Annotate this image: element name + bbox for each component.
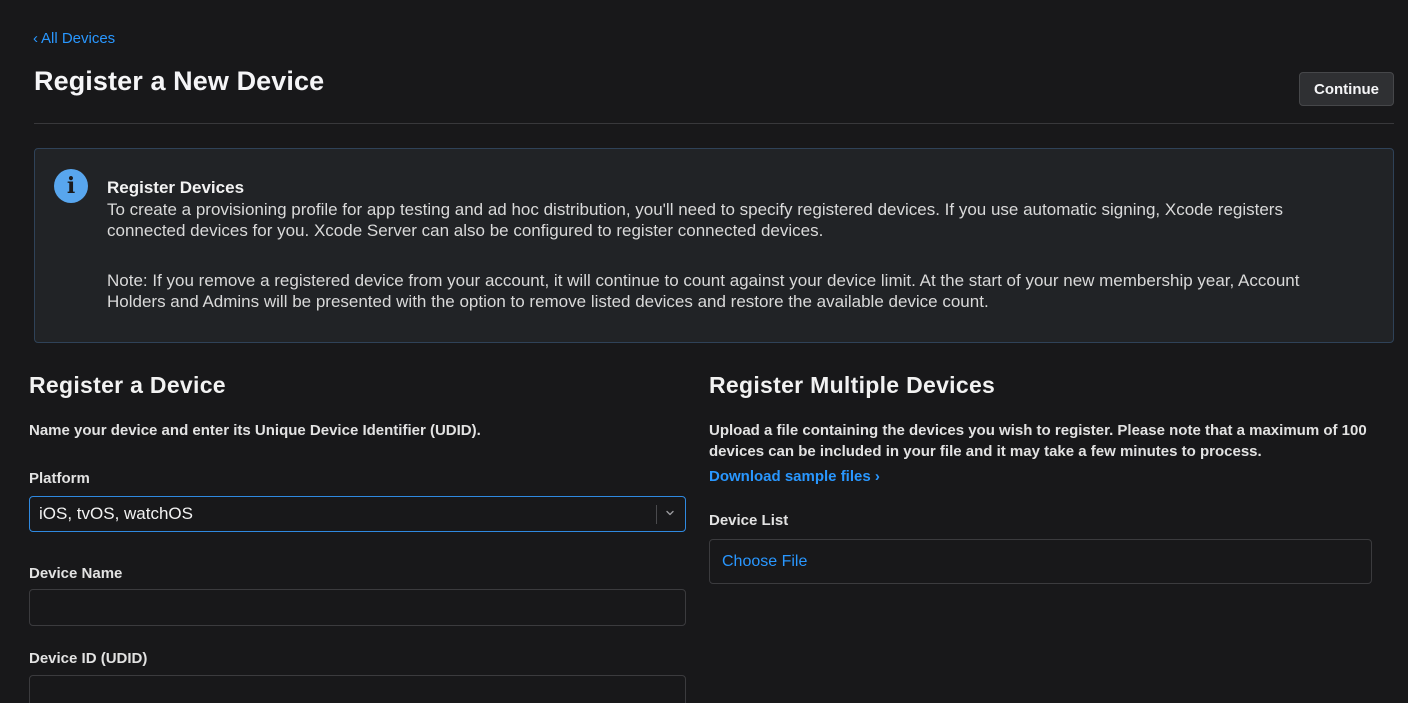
platform-label: Platform [29, 470, 90, 487]
select-separator [656, 505, 657, 524]
info-banner: i Register Devices To create a provision… [34, 148, 1394, 343]
device-list-file-picker[interactable]: Choose File [709, 539, 1372, 584]
info-title: Register Devices [107, 178, 245, 197]
register-device-page: ‹ All Devices Register a New Device Cont… [0, 0, 1408, 703]
info-icon-glyph: i [66, 173, 76, 199]
device-name-input[interactable] [29, 589, 686, 626]
download-sample-files-link[interactable]: Download sample files › [709, 468, 880, 485]
device-list-label: Device List [709, 512, 789, 529]
register-device-description: Name your device and enter its Unique De… [29, 422, 481, 439]
choose-file-button[interactable]: Choose File [722, 553, 807, 571]
device-name-label: Device Name [29, 565, 123, 582]
platform-select[interactable]: iOS, tvOS, watchOS [29, 496, 686, 532]
info-paragraph-2: Note: If you remove a registered device … [107, 271, 1300, 311]
register-device-heading: Register a Device [29, 372, 226, 398]
continue-button[interactable]: Continue [1299, 72, 1394, 106]
device-id-input[interactable] [29, 675, 686, 703]
device-id-label: Device ID (UDID) [29, 650, 148, 667]
chevron-down-icon [666, 510, 674, 516]
register-multiple-description: Upload a file containing the devices you… [709, 422, 1367, 460]
platform-selected-value: iOS, tvOS, watchOS [39, 504, 193, 523]
header-divider [34, 123, 1394, 124]
back-to-all-devices-link[interactable]: ‹ All Devices [33, 30, 115, 47]
chevron-left-icon: ‹ [33, 30, 38, 47]
page-title: Register a New Device [34, 66, 325, 96]
register-multiple-heading: Register Multiple Devices [709, 372, 996, 398]
info-paragraph-1: To create a provisioning profile for app… [107, 200, 1283, 240]
info-icon: i [54, 169, 88, 203]
back-link-label: All Devices [41, 30, 116, 47]
